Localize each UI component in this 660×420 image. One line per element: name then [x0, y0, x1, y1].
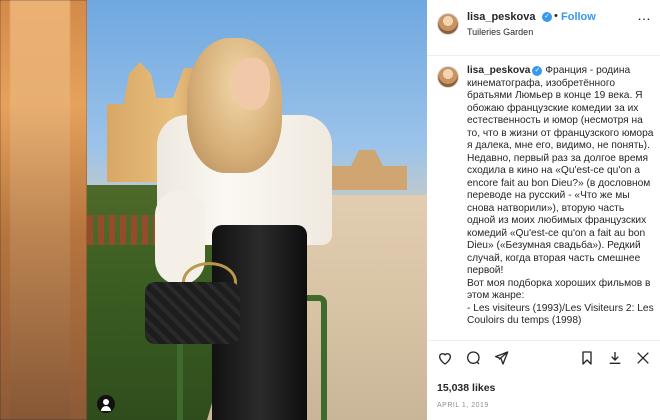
caption-text: lisa_peskova ✓ Франция - родина кинематог… [467, 65, 655, 328]
avatar[interactable] [437, 66, 459, 88]
photo-person-face [232, 58, 270, 110]
post-photo[interactable] [87, 0, 427, 420]
caption-username-link[interactable]: lisa_peskova [467, 65, 530, 76]
download-icon[interactable] [607, 350, 623, 366]
photo-bag [145, 282, 240, 344]
photo-building-far [327, 150, 407, 190]
post-date: APRIL 1, 2019 [437, 402, 489, 409]
verified-badge-icon: ✓ [532, 66, 543, 76]
user-tag-icon[interactable] [97, 395, 115, 413]
tag-people-icon[interactable] [635, 350, 651, 366]
background-blur-left [0, 0, 87, 420]
likes-count[interactable]: 15,038 likes [437, 382, 495, 394]
follow-button[interactable]: Follow [561, 11, 596, 23]
caption-comment: lisa_peskova ✓ Франция - родина кинематог… [427, 56, 660, 334]
avatar[interactable] [437, 13, 459, 35]
username-link[interactable]: lisa_peskova [467, 11, 536, 23]
caption-body: Франция - родина кинематографа, изобретё… [467, 65, 654, 326]
location-link[interactable]: Tuileries Garden [467, 27, 533, 37]
separator-dot: • [554, 10, 558, 22]
verified-badge-icon: ✓ [542, 12, 552, 22]
photo-person-hair [187, 38, 282, 173]
post-sidebar: lisa_peskova ✓ • Follow Tuileries Garden… [427, 0, 660, 420]
share-icon[interactable] [493, 350, 509, 366]
bookmark-icon[interactable] [579, 350, 595, 366]
comment-icon[interactable] [465, 350, 481, 366]
more-options-icon[interactable]: … [637, 7, 652, 23]
heart-icon[interactable] [437, 350, 453, 366]
action-bar [427, 340, 660, 372]
post-header: lisa_peskova ✓ • Follow Tuileries Garden… [427, 0, 660, 56]
